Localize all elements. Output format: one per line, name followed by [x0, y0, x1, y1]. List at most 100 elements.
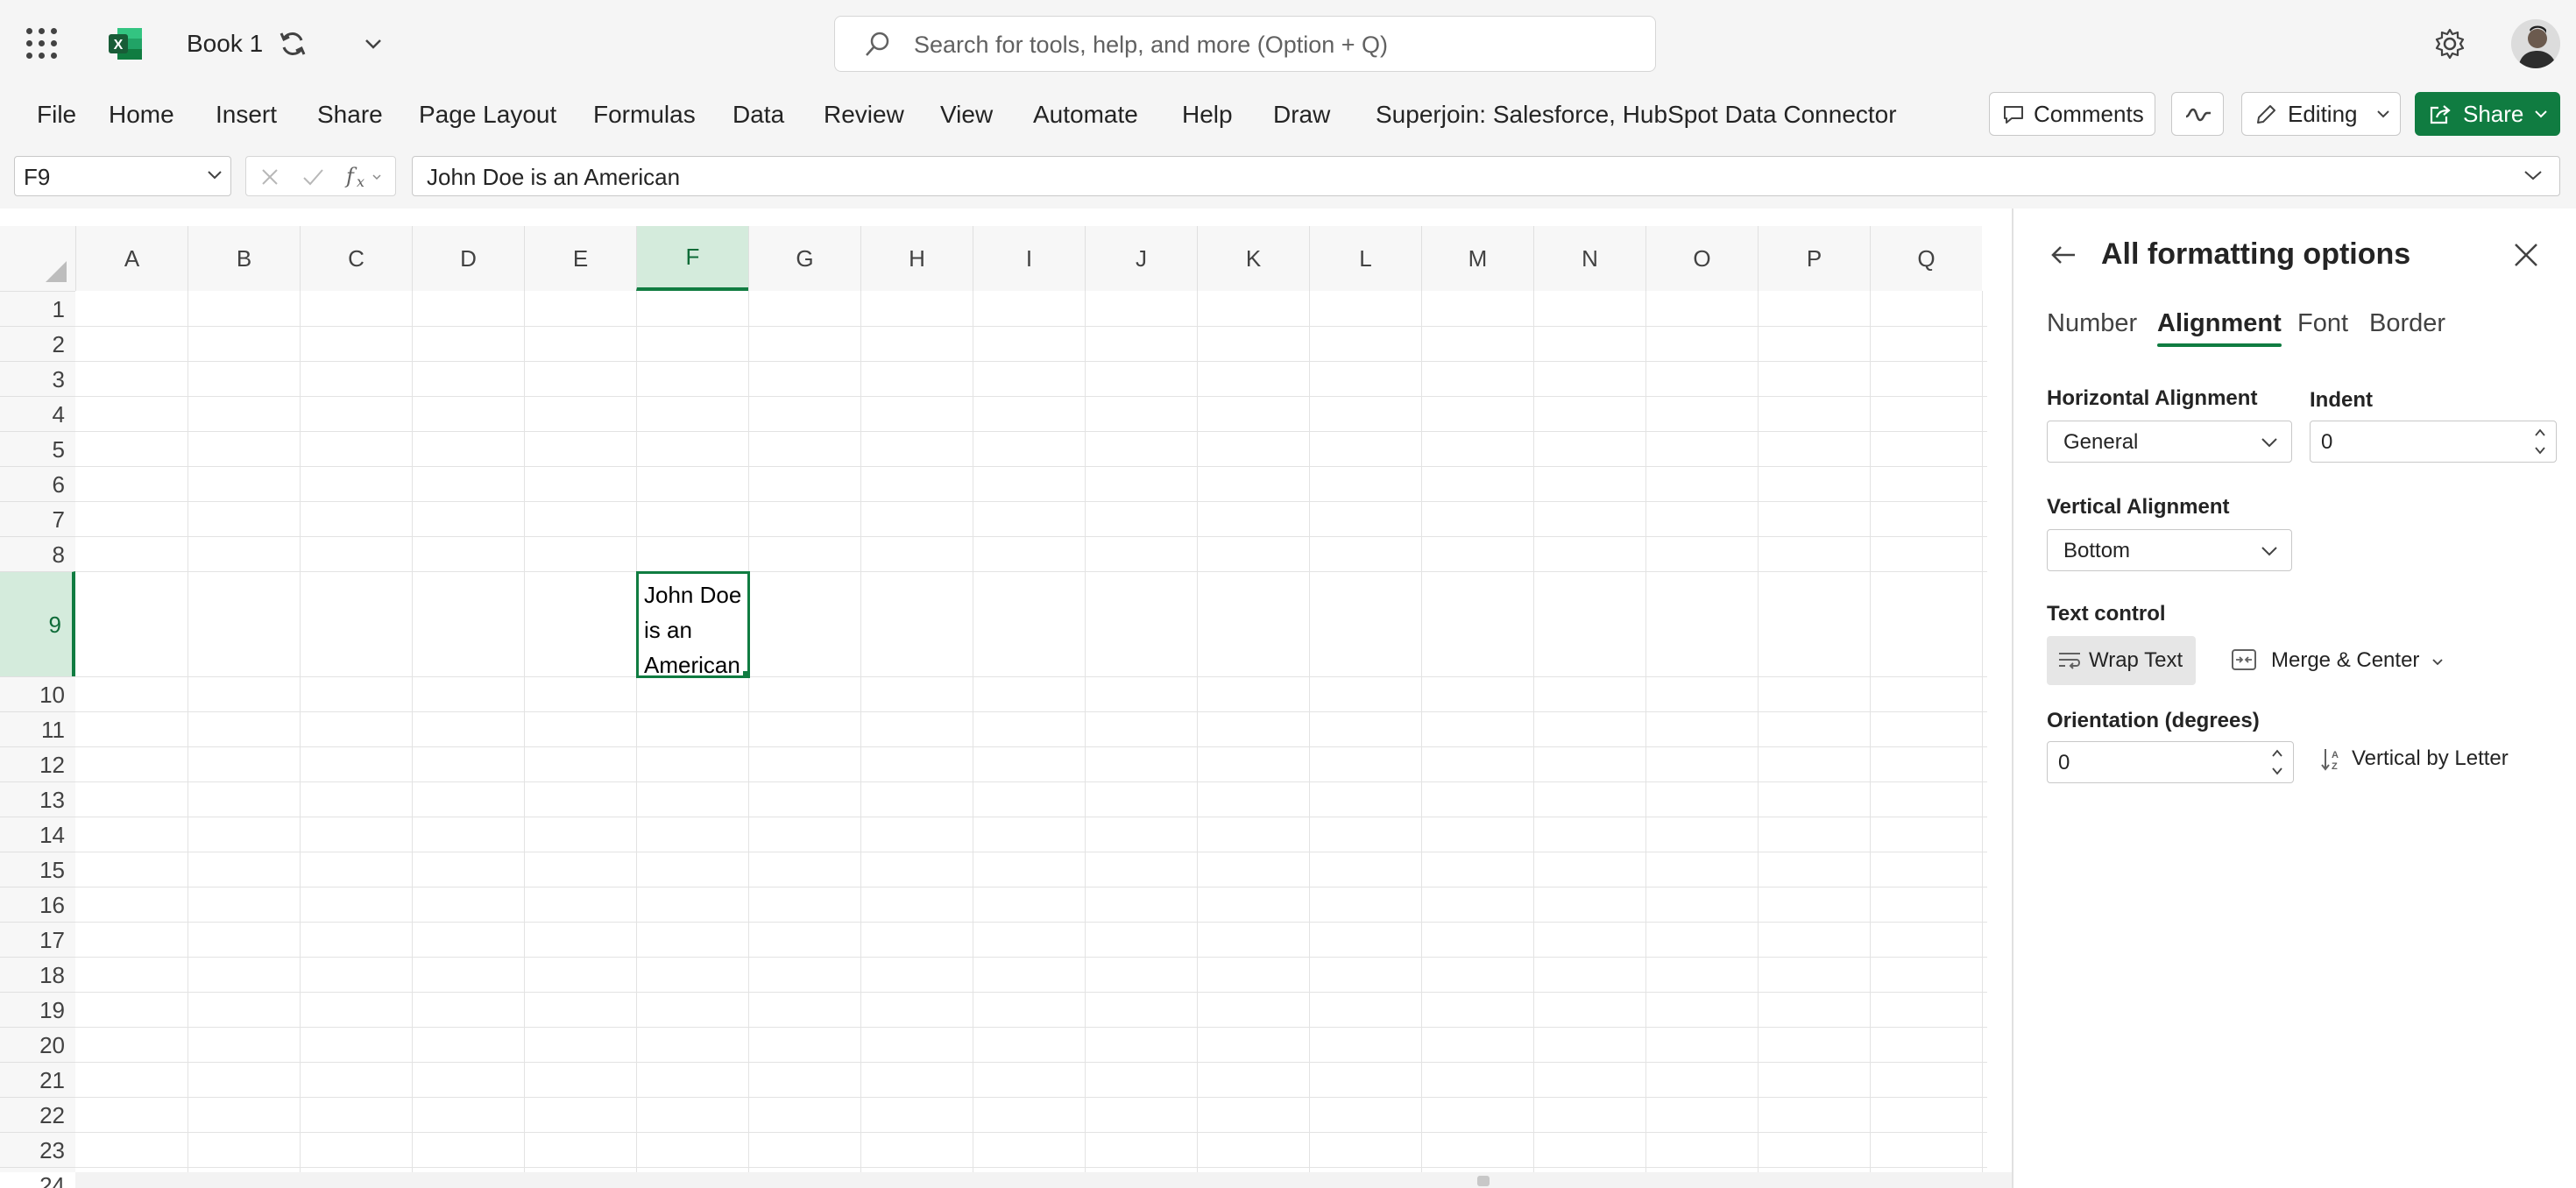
wrap-text-button[interactable]: Wrap Text [2047, 636, 2196, 685]
column-header-q[interactable]: Q [1870, 226, 1982, 291]
row-header-12[interactable]: 12 [0, 746, 75, 781]
row-header-17[interactable]: 17 [0, 922, 75, 957]
row-header-20[interactable]: 20 [0, 1027, 75, 1062]
increment-icon[interactable] [2270, 747, 2284, 760]
vertical-alignment-select[interactable]: Bottom [2047, 529, 2292, 571]
column-header-n[interactable]: N [1533, 226, 1645, 291]
close-icon[interactable] [2511, 240, 2541, 270]
row-header-22[interactable]: 22 [0, 1097, 75, 1132]
select-all-corner[interactable] [0, 226, 75, 291]
active-cell[interactable]: John Doe is an American [636, 571, 750, 678]
chevron-down-icon [2261, 547, 2277, 556]
chevron-down-icon[interactable] [361, 33, 386, 54]
search-placeholder: Search for tools, help, and more (Option… [914, 32, 1389, 58]
back-arrow-icon[interactable] [2049, 240, 2078, 270]
row-header-9[interactable]: 9 [0, 571, 75, 676]
app-launcher-icon[interactable] [26, 28, 58, 60]
vertical-by-letter-button[interactable]: A Z Vertical by Letter [2318, 743, 2529, 778]
menu-help[interactable]: Help [1182, 100, 1233, 130]
row-header-16[interactable]: 16 [0, 887, 75, 922]
column-header-k[interactable]: K [1197, 226, 1309, 291]
cancel-icon[interactable] [258, 166, 281, 188]
enter-check-icon[interactable] [301, 166, 325, 188]
editing-mode-button[interactable]: Editing [2241, 92, 2401, 136]
insert-function-icon[interactable]: f x [344, 164, 388, 190]
orientation-stepper[interactable]: 0 [2047, 741, 2294, 783]
menu-share[interactable]: Share [317, 100, 383, 130]
column-header-b[interactable]: B [188, 226, 300, 291]
row-header-5[interactable]: 5 [0, 431, 75, 466]
menu-superjoin[interactable]: Superjoin: Salesforce, HubSpot Data Conn… [1376, 100, 1897, 130]
menu-data[interactable]: Data [732, 100, 784, 130]
column-header-h[interactable]: H [860, 226, 973, 291]
menu-draw[interactable]: Draw [1273, 100, 1330, 130]
tab-alignment[interactable]: Alignment [2157, 307, 2282, 347]
column-header-a[interactable]: A [75, 226, 188, 291]
formula-actions: f x [245, 156, 396, 196]
catch-up-button[interactable] [2171, 92, 2224, 136]
column-header-f[interactable]: F [636, 226, 748, 291]
column-header-o[interactable]: O [1645, 226, 1758, 291]
row-header-19[interactable]: 19 [0, 992, 75, 1027]
row-header-2[interactable]: 2 [0, 326, 75, 361]
column-header-m[interactable]: M [1421, 226, 1533, 291]
row-header-1[interactable]: 1 [0, 291, 75, 326]
row-header-6[interactable]: 6 [0, 466, 75, 501]
menu-view[interactable]: View [940, 100, 993, 130]
workbook-title[interactable]: Book 1 [187, 26, 263, 61]
tab-number[interactable]: Number [2047, 307, 2137, 340]
column-header-p[interactable]: P [1758, 226, 1870, 291]
menu-review[interactable]: Review [824, 100, 904, 130]
menu-page-layout[interactable]: Page Layout [419, 100, 556, 130]
tab-border[interactable]: Border [2369, 307, 2445, 340]
decrement-icon[interactable] [2270, 765, 2284, 777]
merge-center-button[interactable]: Merge & Center [2227, 636, 2446, 685]
decrement-icon[interactable] [2533, 444, 2547, 456]
horizontal-alignment-select[interactable]: General [2047, 421, 2292, 463]
menu-insert[interactable]: Insert [216, 100, 277, 130]
column-header-e[interactable]: E [524, 226, 636, 291]
formula-input[interactable]: John Doe is an American [412, 156, 2560, 196]
row-header-15[interactable]: 15 [0, 852, 75, 887]
tab-font[interactable]: Font [2297, 307, 2348, 340]
row-header-14[interactable]: 14 [0, 817, 75, 852]
excel-logo-icon[interactable]: X [107, 26, 144, 61]
row-header-13[interactable]: 13 [0, 781, 75, 817]
row-header-3[interactable]: 3 [0, 361, 75, 396]
row-header-23[interactable]: 23 [0, 1132, 75, 1167]
row-header-21[interactable]: 21 [0, 1062, 75, 1097]
spreadsheet-grid[interactable]: A B C D E F G H I J K L M N O P Q 1 2 3 4 5 6 7 8 9 10 11 12 13 14 15 16… [0, 209, 2012, 1188]
row-header-4[interactable]: 4 [0, 396, 75, 431]
gear-icon[interactable] [2432, 26, 2467, 61]
menu-file[interactable]: File [37, 100, 76, 130]
gridline [75, 361, 1987, 362]
fill-handle[interactable] [742, 670, 747, 675]
comments-button[interactable]: Comments [1989, 92, 2155, 136]
menu-automate[interactable]: Automate [1033, 100, 1138, 130]
wrap-text-icon [2059, 653, 2080, 669]
menu-home[interactable]: Home [109, 100, 174, 130]
expand-formula-icon[interactable] [2523, 169, 2544, 181]
column-header-g[interactable]: G [748, 226, 860, 291]
column-header-l[interactable]: L [1309, 226, 1421, 291]
row-header-10[interactable]: 10 [0, 676, 75, 711]
share-button[interactable]: Share [2415, 92, 2560, 136]
column-header-i[interactable]: I [973, 226, 1085, 291]
row-header-7[interactable]: 7 [0, 501, 75, 536]
row-header-11[interactable]: 11 [0, 711, 75, 746]
horizontal-scrollbar[interactable] [75, 1172, 2012, 1188]
column-header-c[interactable]: C [300, 226, 412, 291]
scrollbar-thumb[interactable] [1477, 1176, 1490, 1186]
avatar[interactable] [2511, 19, 2560, 68]
menu-formulas[interactable]: Formulas [593, 100, 696, 130]
row-header-8[interactable]: 8 [0, 536, 75, 571]
column-header-d[interactable]: D [412, 226, 524, 291]
indent-stepper[interactable]: 0 [2310, 421, 2557, 463]
search-box[interactable]: Search for tools, help, and more (Option… [834, 16, 1656, 72]
increment-icon[interactable] [2533, 427, 2547, 439]
name-box[interactable]: F9 [14, 156, 231, 196]
row-header-18[interactable]: 18 [0, 957, 75, 992]
row-header-24[interactable]: 24 [0, 1167, 75, 1188]
column-header-j[interactable]: J [1085, 226, 1197, 291]
activity-icon [2185, 108, 2211, 122]
